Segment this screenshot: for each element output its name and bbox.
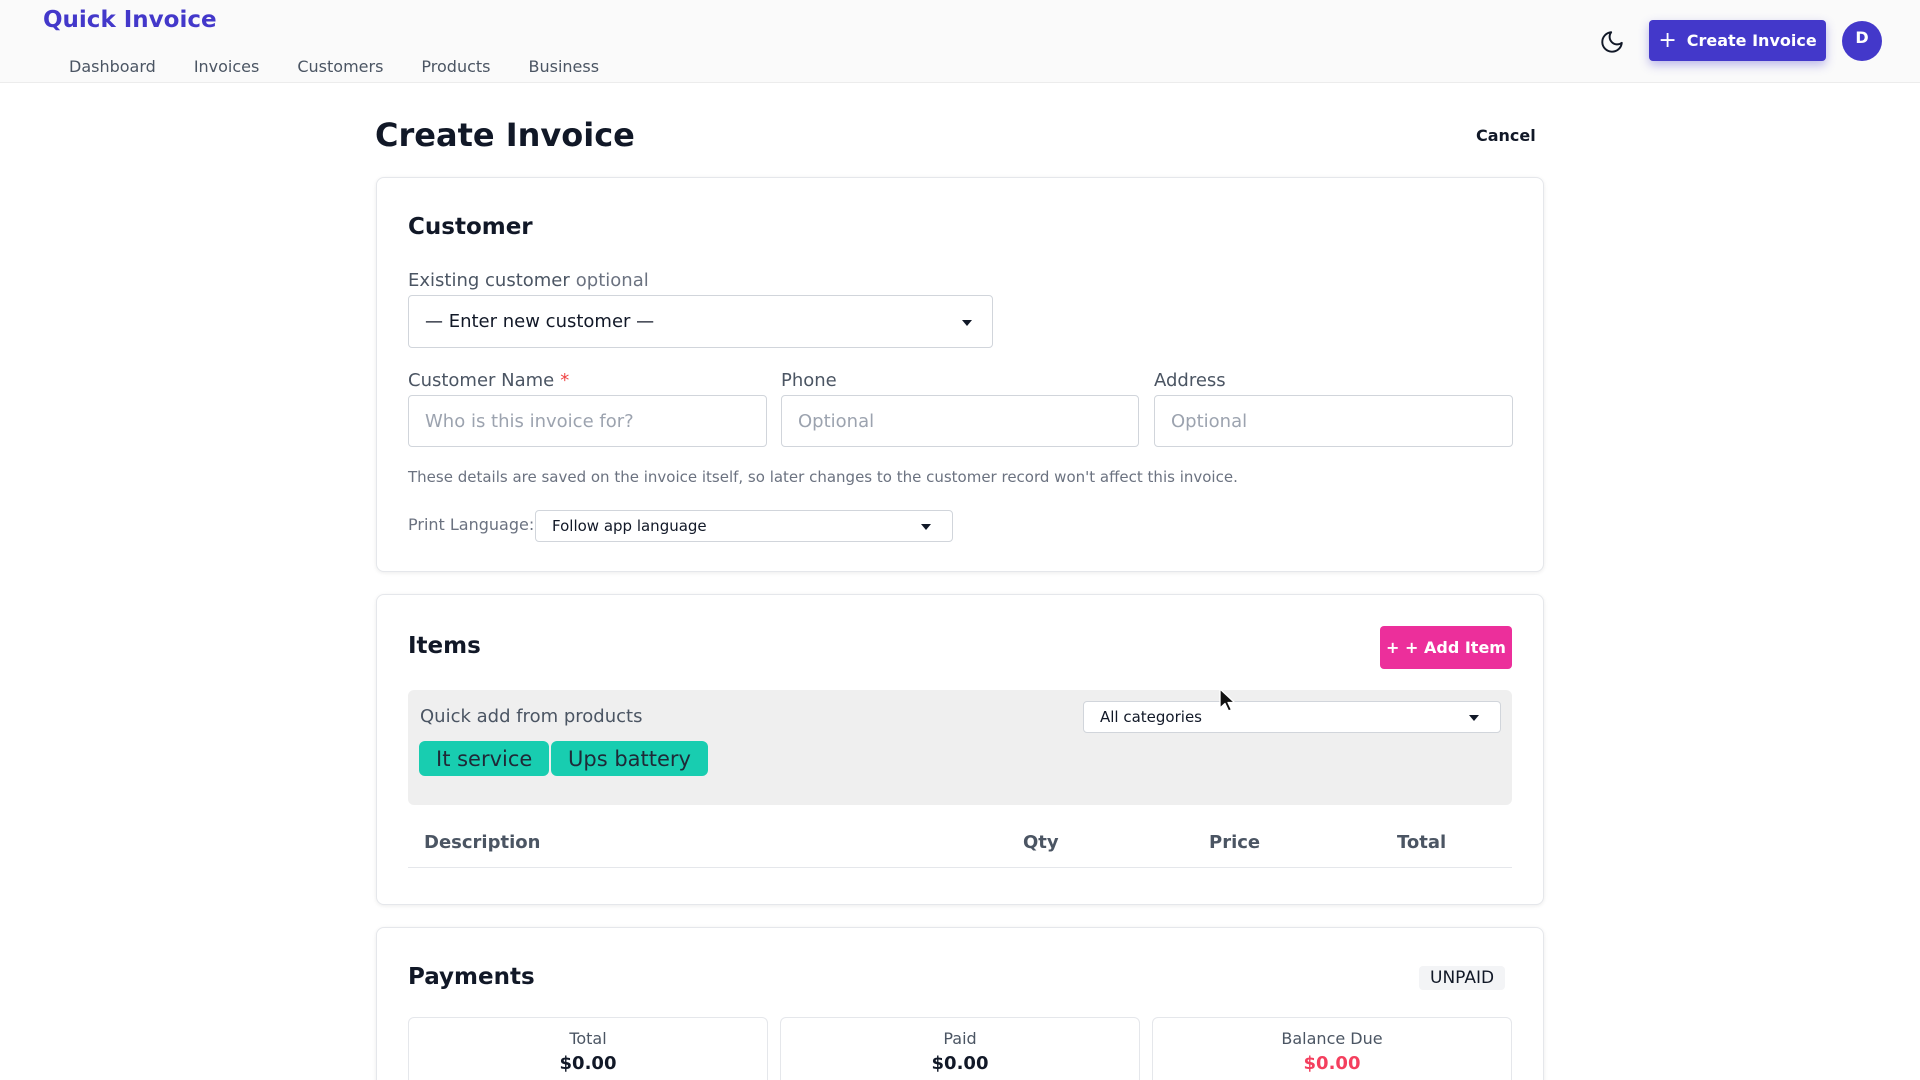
- customer-name-label: Customer Name *: [408, 370, 569, 391]
- snapshot-helper-text: These details are saved on the invoice i…: [408, 468, 1238, 486]
- payment-status-badge: UNPAID: [1419, 966, 1506, 990]
- items-card: Items + + Add Item Quick add from produc…: [376, 594, 1544, 905]
- customer-card: Customer Existing customer optional — Ent…: [376, 177, 1544, 572]
- summary-total: Total $0.00: [408, 1017, 768, 1080]
- product-chip-ups-battery[interactable]: Ups battery: [551, 741, 708, 776]
- column-price: Price: [1209, 832, 1261, 853]
- create-invoice-button[interactable]: + Create Invoice: [1649, 20, 1826, 61]
- product-chip-it-service[interactable]: It service: [419, 741, 550, 776]
- summary-total-label: Total: [569, 1029, 607, 1048]
- nav-invoices[interactable]: Invoices: [194, 57, 260, 76]
- top-bar: Quick Invoice Dashboard Invoices Custome…: [0, 0, 1920, 83]
- mouse-cursor-icon: [1219, 688, 1236, 712]
- summary-due-label: Balance Due: [1281, 1029, 1383, 1048]
- summary-total-value: $0.00: [559, 1053, 617, 1074]
- print-language-label: Print Language:: [408, 515, 535, 534]
- cancel-button[interactable]: Cancel: [1476, 126, 1536, 145]
- customer-name-input[interactable]: [408, 395, 767, 447]
- column-total: Total: [1397, 832, 1447, 853]
- items-table-header: Description Qty Price Total: [408, 820, 1512, 868]
- summary-paid-label: Paid: [943, 1029, 977, 1048]
- existing-customer-value: — Enter new customer —: [425, 311, 655, 332]
- customer-section-title: Customer: [408, 214, 533, 240]
- nav-business[interactable]: Business: [529, 57, 600, 76]
- page-title: Create Invoice: [375, 116, 635, 154]
- nav-products[interactable]: Products: [421, 57, 490, 76]
- optional-hint: optional: [575, 270, 649, 291]
- caret-down-icon: [921, 524, 931, 530]
- column-description: Description: [424, 832, 541, 853]
- summary-balance-due: Balance Due $0.00: [1152, 1017, 1512, 1080]
- summary-paid-value: $0.00: [931, 1053, 989, 1074]
- brand-logo[interactable]: Quick Invoice: [43, 7, 217, 33]
- summary-paid: Paid $0.00: [780, 1017, 1140, 1080]
- address-label: Address: [1154, 370, 1226, 391]
- category-filter-value: All categories: [1100, 708, 1202, 726]
- phone-label: Phone: [781, 370, 837, 391]
- nav-dashboard[interactable]: Dashboard: [69, 57, 156, 76]
- moon-icon: [1601, 31, 1623, 53]
- plus-icon: +: [1658, 27, 1677, 53]
- summary-due-value: $0.00: [1303, 1053, 1361, 1074]
- caret-down-icon: [1469, 715, 1479, 721]
- address-input[interactable]: [1154, 395, 1513, 447]
- payments-section-title: Payments: [408, 964, 535, 990]
- quick-add-label: Quick add from products: [420, 706, 643, 727]
- column-qty: Qty: [1023, 832, 1059, 853]
- main-nav: Dashboard Invoices Customers Products Bu…: [69, 57, 637, 76]
- add-item-button[interactable]: + + Add Item: [1380, 626, 1512, 669]
- customer-name-label-text: Customer Name: [408, 370, 555, 391]
- payments-card: Payments UNPAID Total $0.00 Paid $0.00 B…: [376, 927, 1544, 1080]
- category-filter-select[interactable]: All categories: [1083, 701, 1501, 733]
- items-section-title: Items: [408, 633, 481, 659]
- nav-customers[interactable]: Customers: [297, 57, 383, 76]
- user-avatar[interactable]: D: [1842, 21, 1882, 61]
- existing-customer-select[interactable]: — Enter new customer —: [408, 295, 993, 348]
- print-language-select[interactable]: Follow app language: [535, 510, 953, 542]
- phone-input[interactable]: [781, 395, 1139, 447]
- print-language-value: Follow app language: [552, 517, 707, 535]
- caret-down-icon: [962, 320, 972, 326]
- create-invoice-label: Create Invoice: [1686, 31, 1817, 50]
- theme-toggle-button[interactable]: [1597, 27, 1627, 57]
- existing-customer-label: Existing customer optional: [408, 270, 649, 291]
- existing-customer-label-text: Existing customer: [408, 270, 570, 291]
- quick-add-panel: Quick add from products All categories I…: [408, 690, 1512, 805]
- required-asterisk: *: [560, 370, 570, 391]
